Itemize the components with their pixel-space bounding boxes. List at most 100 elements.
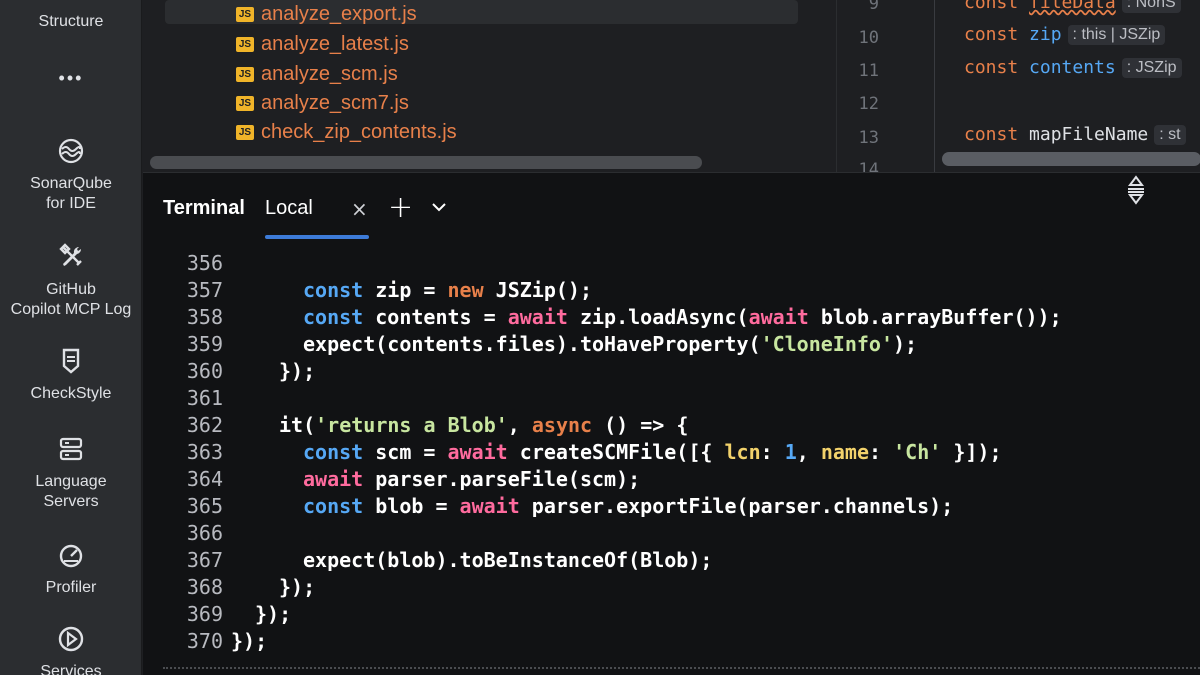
horizontal-scrollbar[interactable]: [942, 152, 1200, 166]
line-number: 369: [186, 601, 223, 626]
code-text: JSZip();: [483, 277, 593, 302]
keyword: const: [303, 304, 364, 329]
terminal-line: 359 expect(contents.files).toHaveProperty…: [143, 330, 1200, 357]
terminal-panel: Terminal Local × + 356 357 const zip = ne…: [143, 172, 1200, 675]
terminal-line: 363 const scm = await createSCMFile([{ lc…: [143, 438, 1200, 465]
type-hint: : JSZip: [1121, 57, 1182, 78]
sidebar-item-sonarqube[interactable]: SonarQube for IDE: [0, 136, 142, 214]
file-item[interactable]: JS analyze_scm.js: [236, 60, 398, 88]
identifier: fileData: [1029, 0, 1116, 13]
sidebar-item-services[interactable]: Services: [0, 624, 142, 675]
line-number: 358: [186, 304, 223, 329]
identifier: zip: [1029, 24, 1062, 45]
file-item[interactable]: JS check_zip_contents.js: [236, 118, 457, 146]
terminal-line: 367 expect(blob).toBeInstanceOf(Blob);: [143, 546, 1200, 573]
code-text: blob =: [363, 493, 460, 518]
line-number: 366: [186, 520, 223, 545]
keyword: const: [964, 0, 1019, 13]
code-text: parser.exportFile(parser.channels);: [519, 493, 954, 518]
line-number: 370: [186, 628, 223, 653]
terminal-line: 366: [143, 519, 1200, 546]
terminal-line: 361: [143, 384, 1200, 411]
keyword: new: [447, 277, 484, 302]
line-number: 364: [186, 466, 223, 491]
code-text: contents =: [363, 304, 508, 329]
project-tree-panel: JS analyze_export.js JS analyze_latest.j…: [143, 0, 835, 172]
terminal-line: 358 const contents = await zip.loadAsync(…: [143, 303, 1200, 330]
sidebar-item-checkstyle[interactable]: CheckStyle: [0, 346, 142, 404]
terminal-line: 356: [143, 249, 1200, 276]
terminal-line: 370});: [143, 627, 1200, 654]
code-text: });: [279, 358, 316, 383]
line-number: 361: [186, 385, 223, 410]
code-text: zip.loadAsync(: [567, 304, 749, 329]
chevron-down-icon[interactable]: [430, 198, 448, 220]
code-text: zip =: [363, 277, 448, 302]
sidebar-item-github-copilot-mcp-log[interactable]: GitHub Copilot MCP Log: [0, 242, 142, 320]
keyword: await: [748, 304, 809, 329]
type-hint: : NonS: [1121, 0, 1181, 13]
sidebar-item-profiler[interactable]: Profiler: [0, 540, 142, 598]
code-text: it(: [279, 412, 316, 437]
javascript-file-icon: JS: [236, 95, 254, 111]
profiler-icon: [56, 540, 86, 570]
code-editor-panel[interactable]: 9 10 11 12 13 14 const fileData: NonS co…: [836, 0, 1200, 180]
keyword: const: [303, 277, 364, 302]
terminal-line: 368});: [143, 573, 1200, 600]
tool-window-stripe: Structure ••• SonarQube for IDE GitHub C…: [0, 0, 142, 675]
code-text: ,: [796, 439, 821, 464]
code-text: }]);: [941, 439, 1002, 464]
sidebar-item-label: SonarQube for IDE: [30, 175, 112, 212]
line-number: 368: [186, 574, 223, 599]
sonarqube-icon: [56, 136, 86, 166]
terminal-line: 364 await parser.parseFile(scm);: [143, 465, 1200, 492]
tab-local[interactable]: Local: [265, 197, 313, 220]
property-name: lcn: [724, 439, 761, 464]
resize-handle-icon[interactable]: [1125, 175, 1147, 209]
language-servers-icon: [56, 434, 86, 464]
terminal-line: 362 it('returns a Blob', async () => {: [143, 411, 1200, 438]
sidebar-item-structure[interactable]: Structure: [0, 12, 142, 32]
line-number: 360: [186, 358, 223, 383]
code-text: createSCMFile([{: [507, 439, 725, 464]
keyword: await: [459, 493, 520, 518]
close-icon[interactable]: ×: [351, 197, 368, 221]
line-number: 13: [858, 128, 879, 148]
sidebar-item-label: CheckStyle: [30, 385, 112, 402]
javascript-file-icon: JS: [236, 6, 254, 22]
file-item[interactable]: JS analyze_export.js: [236, 0, 417, 28]
tools-icon: [56, 242, 86, 272]
keyword: const: [964, 24, 1019, 45]
file-name: analyze_export.js: [261, 2, 417, 25]
code-text: });: [231, 628, 268, 653]
terminal-title: Terminal: [163, 197, 245, 219]
type-hint: : this | JSZip: [1067, 24, 1166, 45]
file-item[interactable]: JS analyze_scm7.js: [236, 89, 409, 117]
sidebar-item-language-servers[interactable]: Language Servers: [0, 434, 142, 512]
javascript-file-icon: JS: [236, 36, 254, 52]
code-text: });: [255, 601, 292, 626]
line-number: 365: [186, 493, 223, 518]
line-number: 9: [868, 0, 879, 14]
sidebar-item-label: Profiler: [45, 579, 97, 596]
file-name: check_zip_contents.js: [261, 120, 457, 143]
keyword: const: [964, 57, 1019, 78]
keyword: async: [531, 412, 593, 437]
sidebar-item-label: Services: [40, 663, 102, 675]
line-number: 12: [858, 94, 879, 114]
horizontal-scrollbar[interactable]: [150, 156, 702, 169]
terminal-line: 369});: [143, 600, 1200, 627]
file-item[interactable]: JS analyze_latest.js: [236, 30, 409, 58]
line-number: 363: [186, 439, 223, 464]
checkstyle-icon: [56, 346, 86, 376]
keyword: const: [303, 493, 364, 518]
add-tab-icon[interactable]: +: [388, 190, 413, 225]
sidebar-item-more[interactable]: •••: [0, 68, 142, 88]
identifier: mapFileName: [1029, 124, 1149, 145]
line-number: 362: [186, 412, 223, 437]
code-text: expect(blob).toBeInstanceOf(Blob);: [303, 547, 713, 572]
sidebar-item-label: Structure: [38, 13, 104, 30]
line-number: 359: [186, 331, 223, 356]
code-text: );: [893, 331, 918, 356]
line-number: 10: [858, 28, 879, 48]
